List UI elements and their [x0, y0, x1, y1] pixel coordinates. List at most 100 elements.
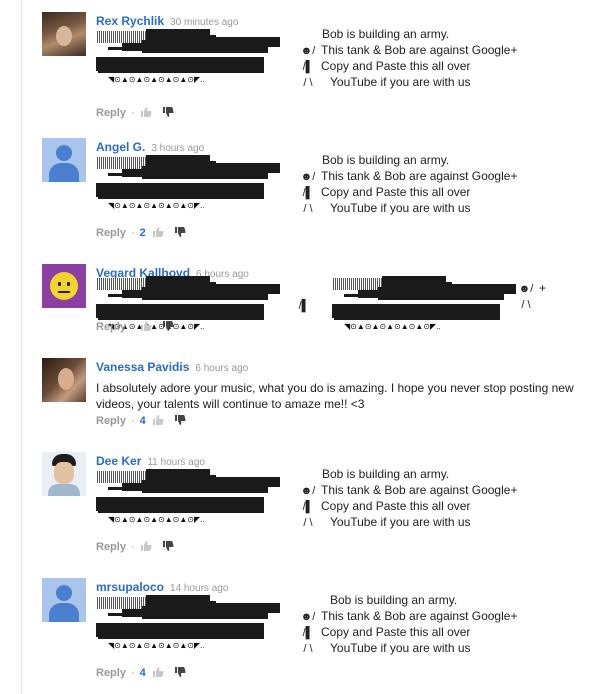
- avatar-head-icon: [56, 145, 72, 161]
- army-line: / \ YouTube if you are with us: [296, 74, 470, 90]
- avatar-body-icon: [49, 163, 79, 182]
- reply-link[interactable]: Reply: [96, 321, 126, 333]
- plus-sign: +: [539, 281, 547, 295]
- thumbs-up-icon[interactable]: [140, 320, 152, 332]
- stick-figure: ☻/: [300, 611, 316, 623]
- thumbs-down-icon[interactable]: [174, 666, 186, 678]
- separator-dot: ·: [130, 541, 135, 553]
- comment-header: Vanessa Pavidis 6 hours ago: [96, 358, 248, 376]
- comment-timestamp[interactable]: 30 minutes ago: [170, 17, 238, 28]
- avatar-body-icon: [49, 603, 79, 622]
- stick-figure: / \: [521, 299, 531, 311]
- tank-wheels: ◥⊙▲⊙▲⊙▲⊙▲⊙▲⊙◤..: [344, 322, 441, 331]
- comment-header: Dee Ker 11 hours ago: [96, 452, 205, 470]
- thread-indent-line: [21, 0, 22, 694]
- tank-wheels: ◥⊙▲⊙▲⊙▲⊙▲⊙▲⊙◤..: [108, 201, 205, 210]
- army-line: ☻/ This tank & Bob are against Google+: [296, 168, 518, 184]
- stick-figure: ☻/: [300, 485, 316, 497]
- stick-figure: / \: [303, 517, 313, 529]
- stick-figure: ☻/: [518, 283, 534, 295]
- comment-author[interactable]: Dee Ker: [96, 454, 141, 468]
- stick-figure: /▌: [302, 627, 314, 639]
- comment-item: Dee Ker 11 hours ago ◥⊙▲⊙▲⊙▲⊙▲⊙▲⊙◤.. Bob is…: [42, 452, 592, 556]
- thumbs-up-icon[interactable]: [152, 226, 164, 238]
- photo-face: [58, 368, 74, 390]
- comment-timestamp[interactable]: 3 hours ago: [151, 143, 204, 154]
- army-line-text: Copy and Paste this all over: [321, 499, 471, 513]
- thumbs-up-icon[interactable]: [140, 540, 152, 552]
- reply-link[interactable]: Reply: [96, 541, 126, 553]
- army-line: / \ YouTube if you are with us: [296, 200, 470, 216]
- tank-wheels: ◥⊙▲⊙▲⊙▲⊙▲⊙▲⊙◤..: [108, 75, 205, 84]
- comment-item: Vanessa Pavidis 6 hours ago I absolutely a…: [42, 358, 592, 430]
- reply-link[interactable]: Reply: [96, 227, 126, 239]
- thumbs-down-icon[interactable]: [162, 106, 174, 118]
- army-line: Bob is building an army.: [296, 152, 449, 168]
- army-line-text: Bob is building an army.: [322, 153, 450, 167]
- army-line: ☻/ This tank & Bob are against Google+: [296, 482, 518, 498]
- comment-item: Angel G. 3 hours ago ◥⊙▲⊙▲⊙▲⊙▲⊙▲⊙◤.. Bob is…: [42, 138, 592, 242]
- user-avatar[interactable]: [42, 12, 86, 56]
- stick-figure: / \: [303, 643, 313, 655]
- army-line-text: YouTube if you are with us: [330, 515, 471, 529]
- tank-wheels: ◥⊙▲⊙▲⊙▲⊙▲⊙▲⊙◤..: [108, 641, 205, 650]
- smiley-eye: [67, 282, 70, 286]
- reply-link[interactable]: Reply: [96, 107, 126, 119]
- thumbs-down-icon[interactable]: [162, 540, 174, 552]
- army-line-text: This tank & Bob are against Google+: [321, 43, 518, 57]
- thumbs-up-icon[interactable]: [152, 666, 164, 678]
- army-line-text: Bob is building an army.: [322, 27, 450, 41]
- comment-actions: Reply · 4: [96, 414, 186, 427]
- user-avatar[interactable]: [42, 452, 86, 496]
- comment-author[interactable]: Angel G.: [96, 140, 145, 154]
- comment-item: Vegard Kallhovd 6 hours ago ◥⊙▲⊙▲⊙▲⊙▲⊙▲⊙◤.…: [42, 264, 592, 336]
- reply-link[interactable]: Reply: [96, 415, 126, 427]
- user-avatar[interactable]: [42, 358, 86, 402]
- separator-dot: ·: [130, 107, 135, 119]
- army-line-text: Copy and Paste this all over: [321, 625, 471, 639]
- like-count: 4: [139, 415, 146, 427]
- army-line: ☻/ This tank & Bob are against Google+: [296, 42, 518, 58]
- comment-actions: Reply ·: [96, 106, 174, 119]
- smiley-face-icon: [50, 272, 78, 300]
- thumbs-down-icon[interactable]: [174, 414, 186, 426]
- stick-figure: ☻/: [300, 171, 316, 183]
- comment-item: mrsupaloco 14 hours ago ◥⊙▲⊙▲⊙▲⊙▲⊙▲⊙◤.. Bob…: [42, 578, 592, 682]
- comment-timestamp[interactable]: 11 hours ago: [147, 457, 205, 468]
- photo-shirt: [48, 484, 80, 496]
- comment-author[interactable]: mrsupaloco: [96, 580, 164, 594]
- army-line: / \: [514, 296, 538, 312]
- avatar-head-icon: [56, 585, 72, 601]
- army-line: / \ YouTube if you are with us: [296, 640, 470, 656]
- like-count: 4: [139, 667, 146, 679]
- army-line-text: Bob is building an army.: [322, 467, 450, 481]
- army-line: /▌ Copy and Paste this all over: [296, 498, 471, 514]
- stick-figure: / \: [303, 77, 313, 89]
- thumbs-up-icon[interactable]: [152, 414, 164, 426]
- army-line-text: YouTube if you are with us: [330, 641, 471, 655]
- comment-timestamp[interactable]: 14 hours ago: [170, 583, 228, 594]
- comment-timestamp[interactable]: 6 hours ago: [195, 363, 248, 374]
- thumbs-down-icon[interactable]: [162, 320, 174, 332]
- user-avatar[interactable]: [42, 578, 86, 622]
- stick-figure: / \: [303, 203, 313, 215]
- army-line: /▌ Copy and Paste this all over: [296, 58, 471, 74]
- comment-author[interactable]: Vanessa Pavidis: [96, 360, 189, 374]
- tank-ascii-art: ◥⊙▲⊙▲⊙▲⊙▲⊙▲⊙◤..: [96, 29, 280, 85]
- like-count: 2: [139, 227, 146, 239]
- comment-actions: Reply · 2: [96, 226, 186, 239]
- army-line: Bob is building an army.: [296, 466, 449, 482]
- army-line: Bob is building an army.: [296, 26, 449, 42]
- separator-dot: ·: [130, 415, 135, 427]
- thumbs-up-icon[interactable]: [140, 106, 152, 118]
- tank-ascii-art: ◥⊙▲⊙▲⊙▲⊙▲⊙▲⊙◤..: [332, 276, 516, 332]
- thumbs-down-icon[interactable]: [174, 226, 186, 238]
- photo-face: [56, 26, 72, 46]
- user-avatar[interactable]: [42, 138, 86, 182]
- user-avatar[interactable]: [42, 264, 86, 308]
- comment-author[interactable]: Rex Rychlik: [96, 14, 164, 28]
- separator-dot: ·: [130, 227, 135, 239]
- smiley-eye: [58, 282, 61, 286]
- reply-link[interactable]: Reply: [96, 667, 126, 679]
- tank-ascii-art: ◥⊙▲⊙▲⊙▲⊙▲⊙▲⊙◤..: [96, 155, 280, 211]
